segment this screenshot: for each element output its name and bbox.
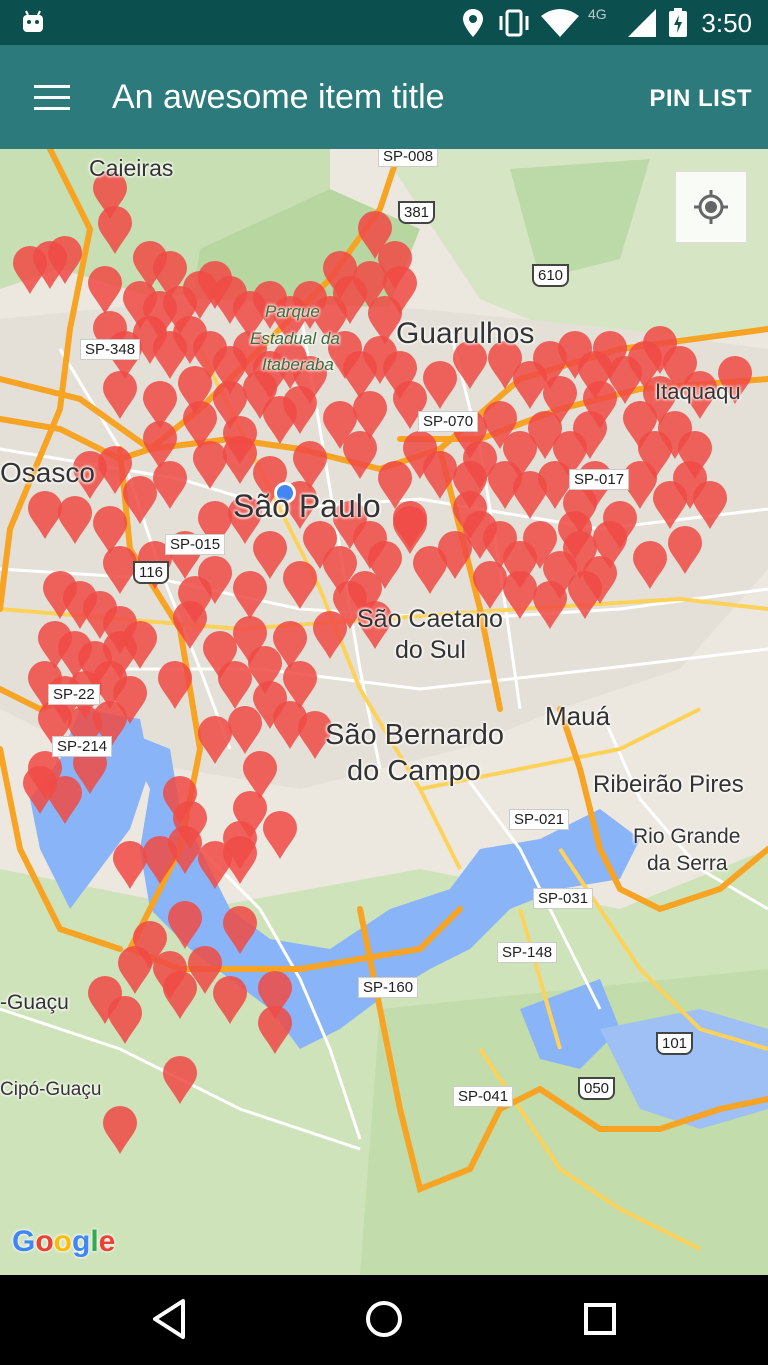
highway-shield: 381 <box>398 201 436 224</box>
road-label: SP-160 <box>358 977 419 998</box>
highway-shield: 050 <box>578 1077 616 1100</box>
road-label: SP-22 <box>48 684 100 705</box>
battery-charging-icon <box>669 8 687 37</box>
road-label: SP-148 <box>497 942 558 963</box>
vibrate-icon <box>499 9 529 37</box>
road-label: SP-008 <box>378 149 439 167</box>
place-label: Cipó-Guaçu <box>0 1079 102 1100</box>
map-base-layer <box>0 149 768 1275</box>
road-label: SP-214 <box>52 736 113 757</box>
android-notification-icon <box>23 10 43 32</box>
place-label: São Paulo <box>233 488 381 524</box>
place-label: Mauá <box>545 701 611 731</box>
place-label: Estadual da <box>250 329 340 348</box>
place-label: do Sul <box>395 636 466 664</box>
place-label: -Guaçu <box>0 991 69 1014</box>
highway-shield: 610 <box>532 264 570 287</box>
navigation-bar <box>0 1275 768 1365</box>
highway-shield: 101 <box>656 1032 694 1055</box>
place-label: do Campo <box>347 755 481 787</box>
place-label: São Bernardo <box>325 719 504 751</box>
cell-signal-icon <box>628 9 656 37</box>
place-label: Parque <box>265 302 320 321</box>
road-label: SP-021 <box>509 809 570 830</box>
place-label: São Caetano <box>357 605 503 633</box>
google-logo: Google <box>12 1225 116 1258</box>
place-label: Itaberaba <box>262 355 334 374</box>
back-triangle-icon[interactable] <box>150 1297 190 1341</box>
hamburger-menu-icon[interactable] <box>34 85 70 111</box>
road-label: SP-017 <box>569 469 630 490</box>
road-label: SP-348 <box>80 339 141 360</box>
place-label: Itaquaqu <box>655 379 741 404</box>
my-location-button[interactable] <box>675 171 747 243</box>
place-label: da Serra <box>647 852 728 875</box>
road-label: SP-070 <box>418 411 479 432</box>
status-bar: 4G 3:50 <box>0 0 768 45</box>
place-label: Caieiras <box>89 155 174 181</box>
place-label: Ribeirão Pires <box>593 771 744 798</box>
network-type-label: 4G <box>588 6 607 22</box>
place-label: Rio Grande <box>633 825 741 848</box>
road-label: SP-015 <box>165 534 226 555</box>
app-bar: An awesome item title PIN LIST <box>0 45 768 149</box>
wifi-icon <box>541 9 579 37</box>
recents-square-icon[interactable] <box>580 1297 620 1341</box>
location-icon <box>463 9 483 37</box>
status-clock: 3:50 <box>701 8 752 38</box>
page-title: An awesome item title <box>112 78 445 116</box>
road-label: SP-031 <box>533 888 594 909</box>
place-label: Osasco <box>0 457 95 488</box>
road-label: SP-041 <box>453 1086 514 1107</box>
pin-list-button[interactable]: PIN LIST <box>649 85 752 113</box>
place-label: Guarulhos <box>396 317 535 350</box>
highway-shield: 116 <box>133 561 169 584</box>
map-view[interactable]: Caieiras Guarulhos Osasco São Paulo São … <box>0 149 768 1275</box>
home-circle-icon[interactable] <box>362 1297 406 1341</box>
crosshair-icon <box>694 190 728 224</box>
